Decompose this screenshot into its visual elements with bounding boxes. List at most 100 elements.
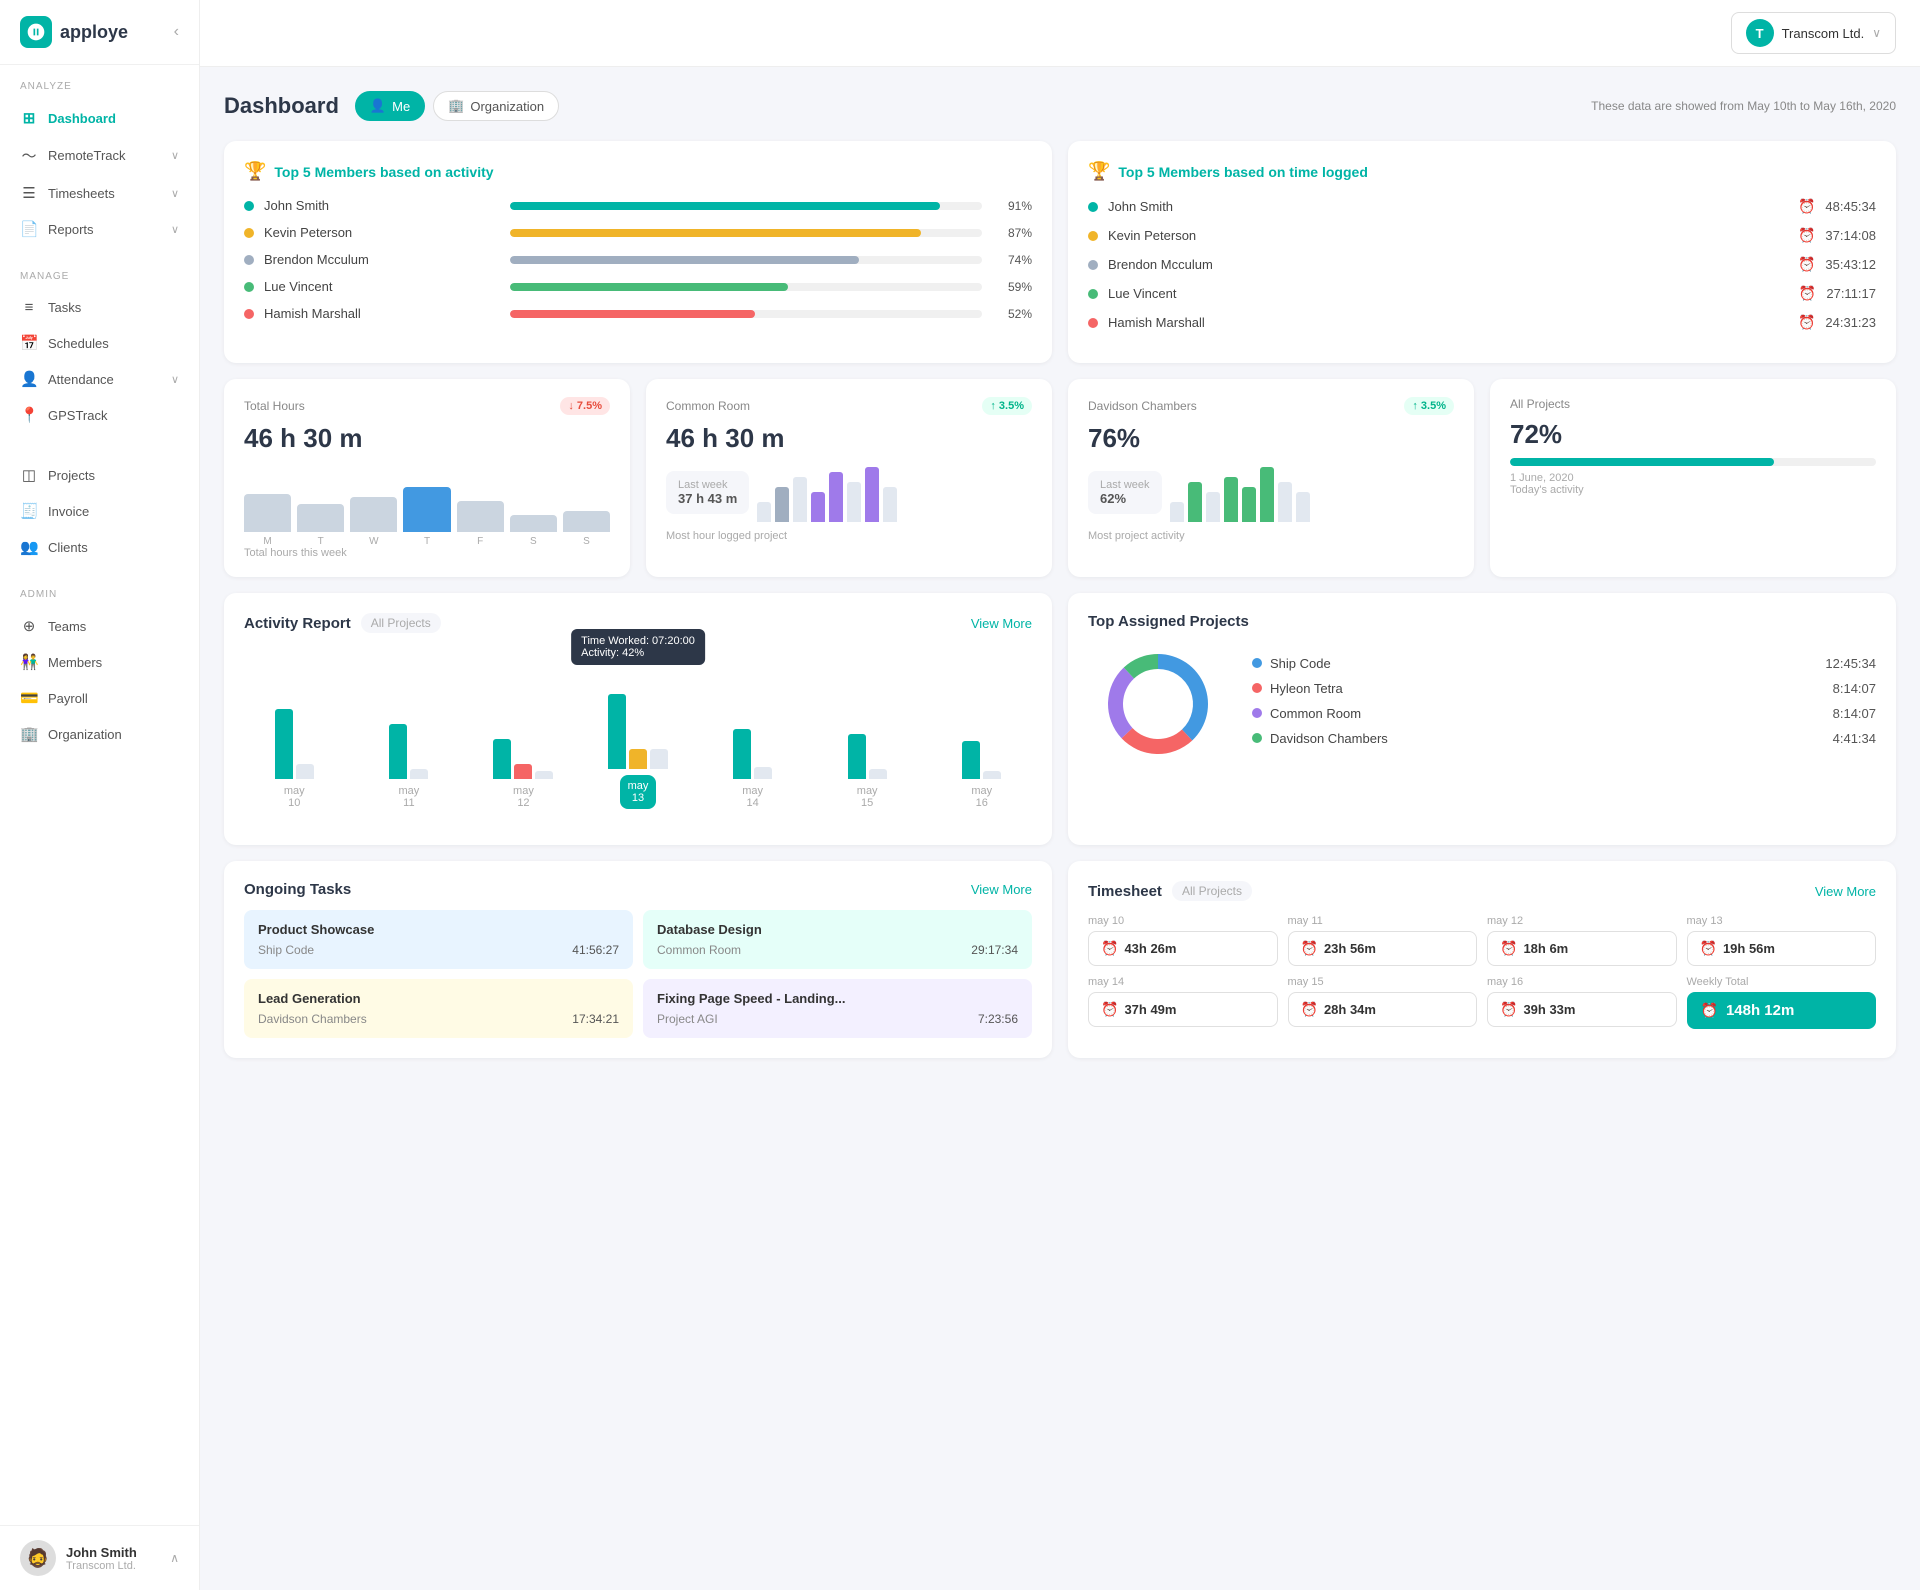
sidebar-item-attendance[interactable]: 👤 Attendance ∨: [0, 361, 199, 397]
ts-val: 43h 26m: [1124, 941, 1176, 956]
task-time: 17:34:21: [572, 1012, 619, 1026]
clock-icon: ⏰: [1799, 285, 1816, 302]
stat-common-header: Common Room ↑ 3.5%: [666, 397, 1032, 415]
gray-bar: [535, 771, 553, 779]
timesheet-filter[interactable]: All Projects: [1172, 881, 1252, 901]
task-item: Lead Generation Davidson Chambers 17:34:…: [244, 979, 633, 1038]
progress-bar-fill: [510, 310, 755, 318]
sidebar-item-projects[interactable]: ◫ Projects: [0, 457, 199, 493]
weekly-total-box: ⏰ 148h 12m: [1687, 992, 1877, 1029]
member-pct: 91%: [992, 199, 1032, 213]
mini-bar: [811, 492, 825, 522]
dashboard-icon: ⊞: [20, 109, 38, 127]
logo-text: apploye: [60, 22, 128, 43]
green-bar: [389, 724, 407, 779]
activity-members: John Smith 91% Kevin Peterson 87% Brendo…: [244, 198, 1032, 321]
sidebar-item-invoice[interactable]: 🧾 Invoice: [0, 493, 199, 529]
sidebar-item-timesheets[interactable]: ☰ Timesheets ∨: [0, 175, 199, 211]
stat-total-value: 46 h 30 m: [244, 423, 610, 454]
weekly-label: Weekly Total: [1687, 976, 1877, 988]
sidebar-item-gpstrack[interactable]: 📍 GPSTrack: [0, 397, 199, 433]
sidebar-item-dashboard[interactable]: ⊞ Dashboard: [0, 100, 199, 136]
gray-bar: [410, 769, 428, 779]
sidebar: apploye ‹ Analyze ⊞ Dashboard 〜 RemoteTr…: [0, 0, 200, 1590]
ongoing-tasks-header: Ongoing Tasks View More: [244, 881, 1032, 898]
sidebar-item-members[interactable]: 👫 Members: [0, 644, 199, 680]
clock-icon: ⏰: [1798, 314, 1815, 331]
member-dot: [244, 201, 254, 211]
footer-chevron: ∧: [170, 1551, 179, 1565]
mini-bar: [1188, 482, 1202, 522]
sidebar-item-schedules[interactable]: 📅 Schedules: [0, 325, 199, 361]
ts-val: 39h 33m: [1523, 1002, 1575, 1017]
sidebar-toggle[interactable]: ‹: [174, 23, 179, 41]
sidebar-item-reports[interactable]: 📄 Reports ∨: [0, 211, 199, 247]
common-mini-bars: [757, 462, 897, 522]
timesheet-card: Timesheet All Projects View More may 10 …: [1068, 861, 1896, 1058]
act-bar-group: may15: [817, 734, 918, 809]
main-content: T Transcom Ltd. ∨ Dashboard 👤 Me 🏢 Organ…: [200, 0, 1920, 1590]
stat-davidson-value: 76%: [1088, 423, 1454, 454]
green-bar: [493, 739, 511, 779]
stat-davidson: Davidson Chambers ↑ 3.5% 76% Last week 6…: [1068, 379, 1474, 577]
mini-bar: [1224, 477, 1238, 522]
tab-me[interactable]: 👤 Me: [355, 91, 425, 121]
gray-bar: [296, 764, 314, 779]
legend-name: Hyleon Tetra: [1270, 681, 1825, 696]
ts-date: may 10: [1088, 915, 1278, 927]
stat-common-value: 46 h 30 m: [666, 423, 1032, 454]
org-chevron: ∨: [1872, 26, 1881, 40]
progress-bar-fill: [510, 202, 940, 210]
sidebar-item-clients[interactable]: 👥 Clients: [0, 529, 199, 565]
task-grid: Product Showcase Ship Code 41:56:27 Data…: [244, 910, 1032, 1038]
mini-bar: [829, 472, 843, 522]
sidebar-item-organization[interactable]: 🏢 Organization: [0, 716, 199, 752]
member-row: John Smith 91%: [244, 198, 1032, 213]
sidebar-item-teams[interactable]: ⊕ Teams: [0, 608, 199, 644]
stat-common-subtitle: Most hour logged project: [666, 530, 1032, 542]
org-name: Transcom Ltd.: [1782, 26, 1865, 41]
member-name: Brendon Mcculum: [264, 252, 500, 267]
payroll-icon: 💳: [20, 689, 38, 707]
mini-bar: [1260, 467, 1274, 522]
user-avatar: 🧔: [20, 1540, 56, 1576]
task-name: Database Design: [657, 922, 1018, 937]
tab-organization[interactable]: 🏢 Organization: [433, 91, 559, 121]
activity-bars: may10 may11 may12 Time Worked: 07:20:00: [244, 649, 1032, 809]
org-selector[interactable]: T Transcom Ltd. ∨: [1731, 12, 1896, 54]
task-item: Product Showcase Ship Code 41:56:27: [244, 910, 633, 969]
time-val: 35:43:12: [1825, 257, 1876, 272]
tasks-view-more[interactable]: View More: [971, 882, 1032, 897]
ts-clock-icon: ⏰: [1500, 1001, 1517, 1018]
mini-bar: [793, 477, 807, 522]
sidebar-item-tasks[interactable]: ≡ Tasks: [0, 290, 199, 325]
ongoing-tasks-title: Ongoing Tasks: [244, 881, 351, 898]
act-bar-group: may12: [473, 739, 574, 809]
mini-bar: [847, 482, 861, 522]
sidebar-item-payroll[interactable]: 💳 Payroll: [0, 680, 199, 716]
reports-icon: 📄: [20, 220, 38, 238]
top5-time-card: 🏆 Top 5 Members based on time logged Joh…: [1068, 141, 1896, 363]
sidebar-item-remotetrack[interactable]: 〜 RemoteTrack ∨: [0, 136, 199, 175]
time-dot: [1088, 318, 1098, 328]
green-bar: [733, 729, 751, 779]
sidebar-label-tasks: Tasks: [48, 300, 81, 315]
activity-view-more[interactable]: View More: [971, 616, 1032, 631]
ts-date: may 15: [1288, 976, 1478, 988]
progress-bar-wrap: [510, 202, 982, 210]
donut-segment: [1122, 728, 1193, 754]
progress-bar-wrap: [510, 256, 982, 264]
ts-clock-icon: ⏰: [1101, 1001, 1118, 1018]
user-footer[interactable]: 🧔 John Smith Transcom Ltd. ∧: [0, 1525, 199, 1590]
ts-val: 23h 56m: [1324, 941, 1376, 956]
timesheet-view-more[interactable]: View More: [1815, 884, 1876, 899]
progress-bar-fill: [510, 229, 921, 237]
mini-bar: [775, 487, 789, 522]
time-name: Lue Vincent: [1108, 286, 1789, 301]
stat-all-subtitle: Today's activity: [1510, 484, 1876, 496]
me-icon: 👤: [370, 98, 386, 114]
stat-all-label: All Projects: [1510, 397, 1570, 411]
sidebar-label-attendance: Attendance: [48, 372, 114, 387]
activity-filter[interactable]: All Projects: [361, 613, 441, 633]
act-bars: [608, 694, 668, 769]
